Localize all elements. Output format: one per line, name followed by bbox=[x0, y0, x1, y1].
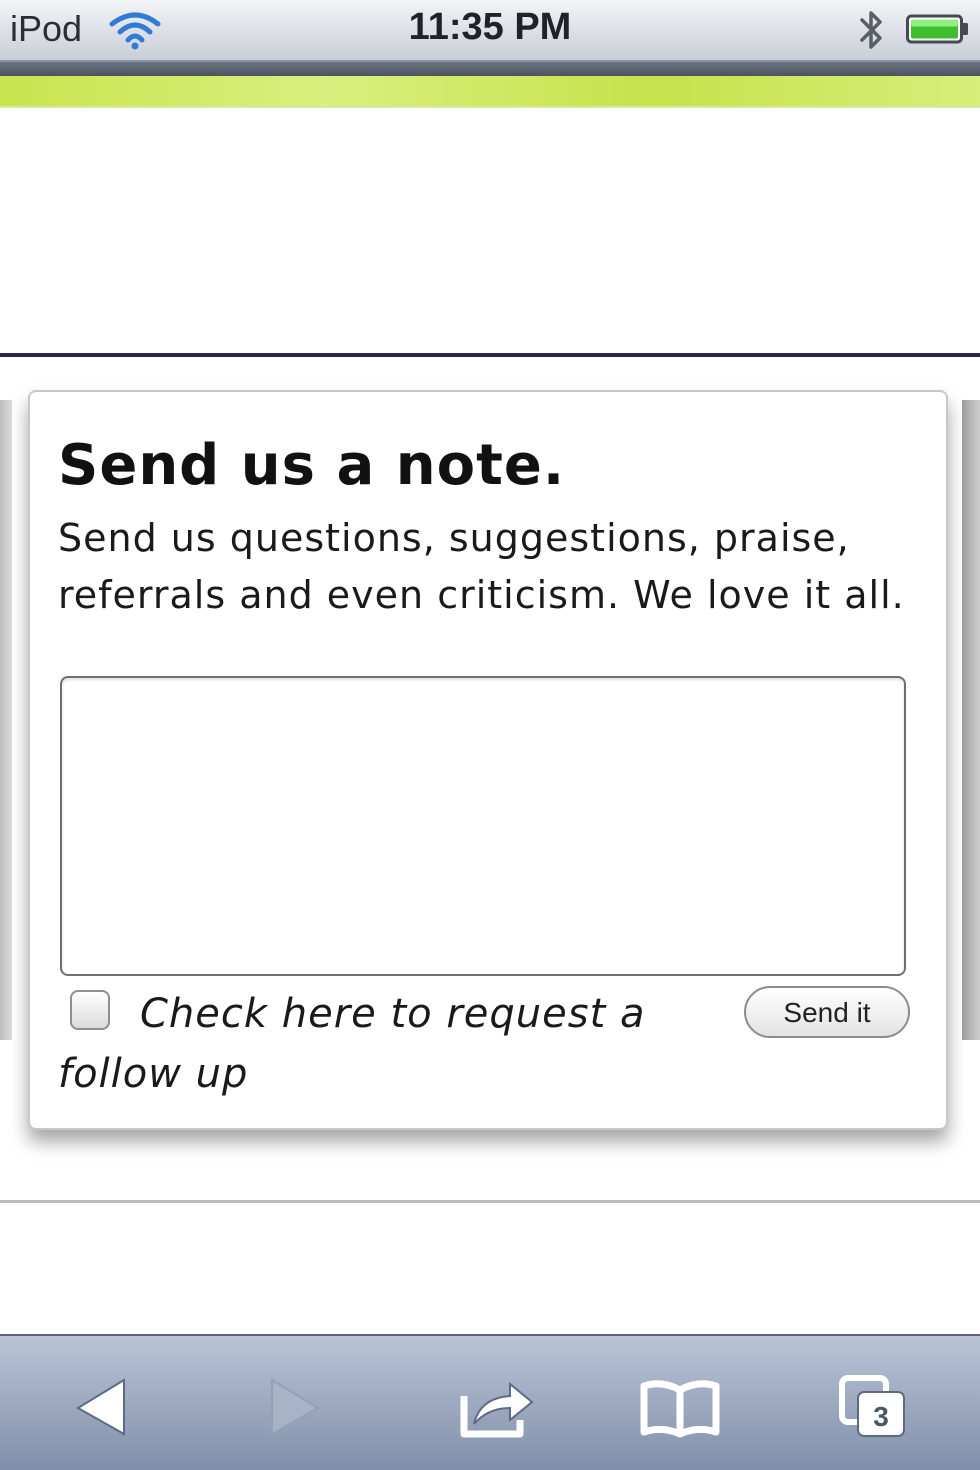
tab-count: 3 bbox=[873, 1401, 889, 1432]
followup-label: Check here to request a follow up bbox=[58, 991, 646, 1097]
section-divider-bottom bbox=[0, 1200, 980, 1203]
adjacent-panel-right bbox=[962, 400, 980, 1040]
note-textarea[interactable] bbox=[60, 676, 906, 976]
back-arrow-icon[interactable] bbox=[70, 1372, 130, 1442]
status-time: 11:35 PM bbox=[408, 6, 572, 48]
followup-checkbox[interactable] bbox=[70, 990, 110, 1030]
forward-arrow-icon[interactable] bbox=[264, 1372, 324, 1442]
card-title: Send us a note. bbox=[58, 433, 566, 498]
bluetooth-icon bbox=[860, 11, 882, 49]
site-banner-stripe bbox=[0, 76, 980, 108]
share-icon[interactable] bbox=[458, 1372, 538, 1442]
card-description: Send us questions, suggestions, praise, … bbox=[58, 516, 905, 617]
section-divider bbox=[0, 353, 980, 357]
browser-header-strip bbox=[0, 62, 980, 76]
adjacent-panel-left bbox=[0, 400, 12, 1040]
send-button[interactable]: Send it bbox=[744, 986, 910, 1038]
browser-toolbar: 3 bbox=[0, 1334, 980, 1470]
screen: iPod 11:35 PM Send us a note. Send us qu… bbox=[0, 0, 980, 1470]
tabs-icon[interactable]: 3 bbox=[838, 1372, 910, 1442]
status-bar: iPod 11:35 PM bbox=[0, 0, 980, 62]
battery-icon bbox=[906, 14, 968, 44]
bookmarks-icon[interactable] bbox=[638, 1372, 722, 1442]
feedback-card: Send us a note. Send us questions, sugge… bbox=[28, 390, 948, 1130]
